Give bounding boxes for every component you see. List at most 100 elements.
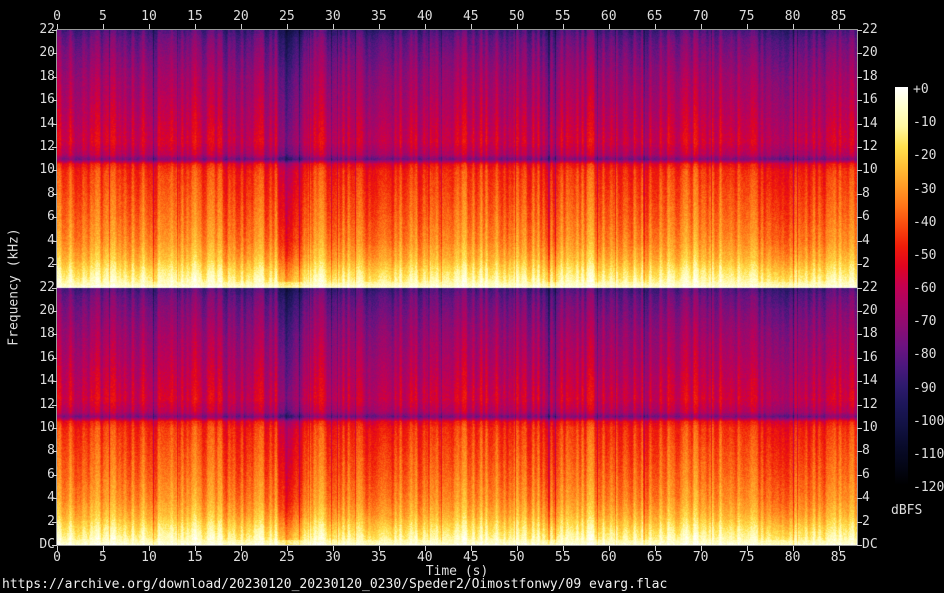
- freq-tick-mark: [52, 404, 57, 406]
- freq-tick-mark: [857, 147, 862, 149]
- freq-tick-label: 20: [862, 302, 878, 318]
- freq-tick-label: 14: [39, 115, 55, 131]
- colorbar-tick-label: -10: [913, 115, 937, 131]
- time-tick-mark: [516, 546, 518, 551]
- freq-tick-label: 6: [20, 210, 55, 224]
- freq-tick-mark: [52, 334, 57, 336]
- freq-tick-mark: [52, 498, 57, 500]
- time-tick-mark: [57, 546, 58, 551]
- freq-tick-label: 18: [862, 68, 878, 84]
- freq-tick-label: 4: [862, 232, 870, 248]
- colorbar-tick-label: -30: [913, 181, 937, 197]
- freq-tick-mark: [52, 193, 57, 195]
- freq-tick-label: 8: [862, 185, 870, 201]
- colorbar-tick-label: -120: [913, 480, 944, 495]
- freq-tick-label: 12: [862, 139, 878, 155]
- freq-tick-label: 22: [39, 279, 55, 295]
- time-tick-mark: [194, 546, 196, 551]
- time-tick-label: 45: [462, 550, 479, 565]
- freq-tick-label: 16: [39, 92, 55, 108]
- freq-tick-label: 4: [20, 233, 55, 248]
- dbfs-unit-label: dBFS: [891, 503, 923, 518]
- colorbar: [895, 87, 908, 485]
- time-tick-mark: [332, 546, 334, 551]
- time-tick-label: 65: [646, 9, 663, 24]
- freq-tick-label: 14: [862, 373, 878, 389]
- freq-tick-label: 12: [862, 396, 878, 412]
- time-tick-mark: [700, 24, 702, 29]
- time-tick-label: 35: [371, 550, 387, 565]
- freq-tick-mark: [857, 170, 862, 172]
- freq-tick-label: 8: [862, 443, 870, 459]
- colorbar-tick-label: -110: [913, 446, 944, 462]
- spectrogram-plot: [56, 29, 858, 546]
- time-tick-mark: [562, 546, 564, 551]
- freq-tick-mark: [52, 427, 57, 429]
- time-tick-label: 75: [738, 9, 755, 24]
- freq-tick-mark: [52, 147, 57, 149]
- time-tick-label: 30: [325, 550, 341, 565]
- freq-tick-mark: [857, 334, 862, 336]
- time-tick-mark: [102, 546, 104, 551]
- colorbar-tick-label: -90: [913, 380, 937, 396]
- freq-tick-label: 12: [39, 396, 55, 412]
- time-tick-label: 80: [784, 9, 801, 24]
- freq-tick-label: 2: [20, 257, 55, 271]
- freq-tick-label: 2: [20, 514, 55, 529]
- freq-tick-label: 22: [862, 22, 878, 37]
- freq-tick-mark: [857, 100, 862, 102]
- colorbar-tick-label: -50: [913, 247, 937, 263]
- time-tick-label: 30: [325, 9, 341, 24]
- freq-tick-mark: [52, 521, 57, 523]
- time-tick-label: 15: [187, 550, 203, 565]
- freq-tick-mark: [857, 53, 862, 55]
- freq-tick-label: 16: [862, 349, 878, 365]
- freq-tick-mark: [52, 287, 57, 289]
- freq-tick-label: 22: [862, 279, 878, 295]
- colorbar-tick-label: -80: [913, 347, 937, 363]
- freq-tick-label: 16: [39, 349, 55, 365]
- time-tick-label: 15: [187, 9, 203, 24]
- freq-tick-mark: [857, 217, 862, 219]
- freq-tick-mark: [857, 381, 862, 383]
- colorbar-tick-label: -100: [913, 413, 944, 429]
- time-tick-label: 60: [600, 550, 617, 565]
- time-tick-mark: [148, 546, 150, 551]
- time-tick-mark: [378, 24, 380, 29]
- colorbar-tick-label: -70: [913, 314, 937, 330]
- freq-tick-label: 14: [862, 115, 878, 131]
- time-tick-mark: [332, 24, 334, 29]
- time-tick-mark: [102, 24, 104, 29]
- time-tick-mark: [746, 24, 748, 29]
- freq-tick-mark: [857, 404, 862, 406]
- freq-tick-label: 10: [39, 419, 55, 435]
- colorbar-tick-label: -40: [913, 214, 937, 230]
- time-tick-label: 80: [784, 550, 801, 565]
- source-url: https://archive.org/download/20230120_20…: [2, 577, 668, 592]
- freq-tick-mark: [52, 53, 57, 55]
- time-tick-label: 70: [692, 9, 709, 24]
- freq-tick-label: 18: [862, 326, 878, 342]
- time-tick-mark: [608, 24, 610, 29]
- freq-tick-label: 14: [39, 373, 55, 389]
- time-tick-label: 25: [279, 9, 295, 24]
- time-tick-mark: [148, 24, 150, 29]
- colorbar-tick-label: -20: [913, 148, 937, 164]
- freq-tick-label: 10: [39, 162, 55, 178]
- time-tick-mark: [424, 546, 426, 551]
- time-tick-label: 70: [692, 550, 709, 565]
- time-tick-mark: [286, 24, 288, 29]
- time-tick-mark: [838, 546, 840, 551]
- time-tick-label: 10: [141, 9, 157, 24]
- freq-tick-mark: [857, 240, 862, 242]
- freq-tick-mark: [857, 76, 862, 78]
- freq-tick-label: 10: [862, 419, 878, 435]
- freq-tick-mark: [52, 76, 57, 78]
- time-tick-mark: [792, 24, 794, 29]
- freq-tick-label: 20: [862, 45, 878, 61]
- colorbar-tick-label: +0: [913, 82, 929, 97]
- time-tick-label: 20: [233, 9, 249, 24]
- freq-tick-mark: [52, 310, 57, 312]
- time-tick-mark: [378, 546, 380, 551]
- freq-tick-label: 8: [20, 186, 55, 201]
